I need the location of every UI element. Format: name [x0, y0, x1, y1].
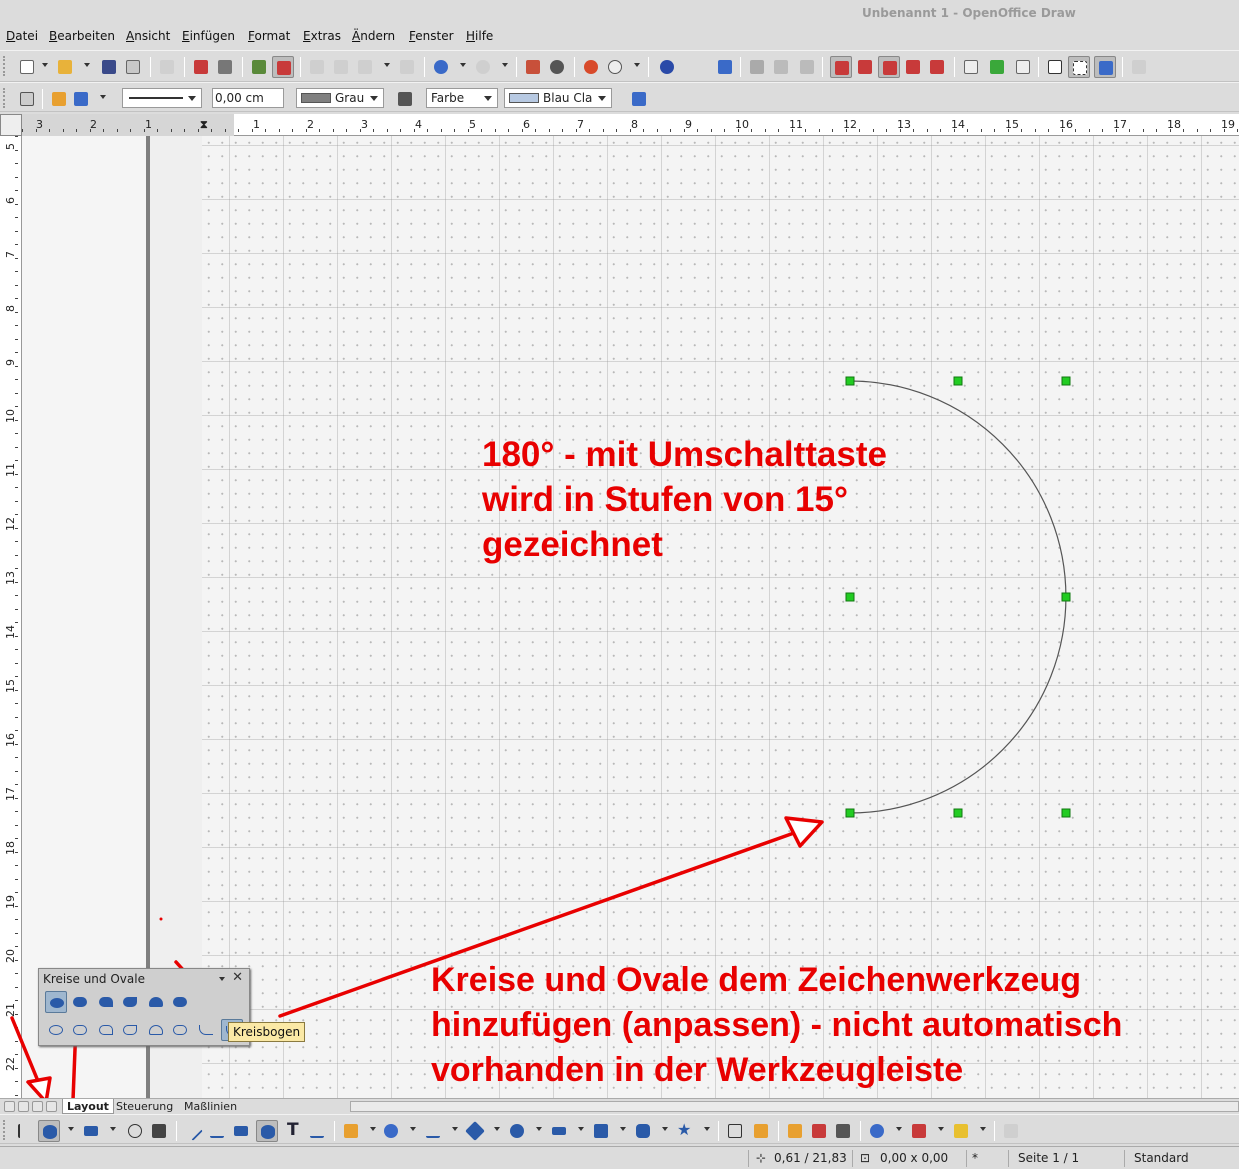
ellipse-segment-icon[interactable] — [145, 991, 167, 1013]
dimension-line-icon[interactable] — [306, 1120, 328, 1142]
gallery-icon[interactable] — [832, 1120, 854, 1142]
circle-tool-icon[interactable] — [69, 991, 91, 1013]
chevron-down-icon[interactable] — [704, 1127, 710, 1131]
annotation-bottom-line1: Kreise und Ovale dem Zeichenwerkzeug — [431, 961, 1082, 999]
annotation-bottom-line3: vorhanden in der Werkzeugleiste — [431, 1051, 964, 1089]
chevron-down-icon[interactable] — [578, 1127, 584, 1131]
toolbar-grip[interactable] — [3, 1120, 7, 1140]
ellipse-tool-icon[interactable] — [45, 991, 67, 1013]
annotation-bottom-line2: hinzufügen (anpassen) - nicht automatisc… — [431, 1006, 1123, 1044]
chevron-down-icon[interactable] — [494, 1127, 500, 1131]
selection-handle — [1061, 808, 1071, 818]
chevron-down-icon[interactable] — [536, 1127, 542, 1131]
ellipse-filled-icon[interactable] — [256, 1120, 278, 1142]
callouts-icon[interactable] — [632, 1120, 654, 1142]
curve-icon[interactable] — [340, 1120, 362, 1142]
status-size: 0,00 x 0,00 — [880, 1151, 949, 1165]
status-style: Standard — [1134, 1151, 1189, 1165]
points-icon[interactable] — [724, 1120, 746, 1142]
line-arrow-icon[interactable] — [206, 1120, 228, 1142]
stars-icon[interactable]: ★ — [674, 1120, 696, 1142]
chevron-down-icon[interactable] — [68, 1127, 74, 1131]
ellipse-tool-icon[interactable] — [38, 1120, 60, 1142]
status-modified[interactable]: * — [972, 1151, 978, 1165]
chevron-down-icon[interactable] — [410, 1127, 416, 1131]
rectangle-icon[interactable] — [80, 1120, 102, 1142]
layer-tab-bar: Layout Steuerung Maßlinien — [0, 1098, 1239, 1114]
arrow-head — [784, 816, 824, 848]
size-icon: ⊡ — [860, 1151, 871, 1165]
selection-handle — [953, 808, 963, 818]
tab-steuerung[interactable]: Steuerung — [112, 1099, 177, 1114]
annotation-top-line2: wird in Stufen von 15° — [482, 480, 848, 519]
alignment-icon[interactable] — [908, 1120, 930, 1142]
circles-ovals-panel[interactable]: Kreise und Ovale ✕ — [38, 968, 250, 1046]
annotation-top-line1: 180° - mit Umschalttaste — [482, 435, 887, 474]
red-dot — [159, 917, 163, 921]
chevron-down-icon[interactable] — [938, 1127, 944, 1131]
selection-handle — [845, 808, 855, 818]
status-bar: ⊹ 0,61 / 21,83 ⊡ 0,00 x 0,00 * Seite 1 /… — [0, 1146, 1239, 1169]
arrow-to-tool — [10, 1016, 42, 1088]
chevron-down-icon[interactable] — [452, 1127, 458, 1131]
selection-handle — [1061, 592, 1071, 602]
circle-pie-icon[interactable] — [119, 991, 141, 1013]
tab-layout[interactable]: Layout — [62, 1099, 114, 1114]
flowchart-icon[interactable] — [590, 1120, 612, 1142]
position-icon: ⊹ — [756, 1151, 767, 1165]
rotate-icon[interactable] — [866, 1120, 888, 1142]
tab-masslinien[interactable]: Maßlinien — [180, 1099, 241, 1114]
glue-points-icon[interactable] — [750, 1120, 772, 1142]
circle-pie-unfilled-icon[interactable] — [119, 1019, 141, 1041]
extrusion-toggle-icon[interactable] — [1000, 1120, 1022, 1142]
annotation-bottom: Kreise und Ovale dem Zeichenwerkzeug hin… — [431, 958, 1122, 1093]
ellipse-pie-icon[interactable] — [95, 991, 117, 1013]
chevron-down-icon[interactable] — [980, 1127, 986, 1131]
rectangle-filled-icon[interactable] — [230, 1120, 252, 1142]
line-tool-icon[interactable] — [182, 1120, 204, 1142]
ellipse-segment-unfilled-icon[interactable] — [145, 1019, 167, 1041]
chevron-down-icon[interactable] — [219, 977, 225, 981]
from-file-icon[interactable] — [808, 1120, 830, 1142]
connector-icon[interactable] — [380, 1120, 402, 1142]
select-arrow-icon[interactable] — [14, 1120, 36, 1142]
tab-prev-icon[interactable] — [18, 1101, 29, 1112]
status-position: 0,61 / 21,83 — [774, 1151, 847, 1165]
status-page: Seite 1 / 1 — [1018, 1151, 1080, 1165]
circle-segment-unfilled-icon[interactable] — [169, 1019, 191, 1041]
circle-segment-icon[interactable] — [169, 991, 191, 1013]
close-icon[interactable]: ✕ — [232, 970, 243, 985]
tab-last-icon[interactable] — [46, 1101, 57, 1112]
chevron-down-icon[interactable] — [662, 1127, 668, 1131]
callout-icon[interactable] — [124, 1120, 146, 1142]
point-edit-icon[interactable] — [148, 1120, 170, 1142]
circle-unfilled-icon[interactable] — [69, 1019, 91, 1041]
chevron-down-icon[interactable] — [370, 1127, 376, 1131]
block-arrows-icon[interactable] — [548, 1120, 570, 1142]
tab-first-icon[interactable] — [4, 1101, 15, 1112]
annotation-top-line3: gezeichnet — [482, 525, 663, 564]
annotation-top: 180° - mit Umschalttaste wird in Stufen … — [482, 432, 887, 567]
ellipse-pie-unfilled-icon[interactable] — [95, 1019, 117, 1041]
horizontal-scrollbar[interactable] — [350, 1101, 1239, 1112]
selection-handle — [953, 376, 963, 386]
chevron-down-icon[interactable] — [620, 1127, 626, 1131]
fontwork-icon[interactable] — [784, 1120, 806, 1142]
selection-handle — [1061, 376, 1071, 386]
ellipse-unfilled-icon[interactable] — [45, 1019, 67, 1041]
selection-handle — [845, 592, 855, 602]
lines-arrows-icon[interactable] — [422, 1120, 444, 1142]
tab-next-icon[interactable] — [32, 1101, 43, 1112]
selection-handle — [845, 376, 855, 386]
ellipse-arc-icon[interactable] — [195, 1019, 217, 1041]
panel-title: Kreise und Ovale — [43, 972, 145, 986]
drawing-toolbar: T ★ — [0, 1114, 1239, 1144]
chevron-down-icon[interactable] — [110, 1127, 116, 1131]
basic-shapes-icon[interactable] — [464, 1120, 486, 1142]
arrange-icon[interactable] — [950, 1120, 972, 1142]
symbol-shapes-icon[interactable] — [506, 1120, 528, 1142]
chevron-down-icon[interactable] — [896, 1127, 902, 1131]
tooltip: Kreisbogen — [228, 1022, 306, 1042]
text-tool-icon[interactable]: T — [282, 1120, 304, 1142]
